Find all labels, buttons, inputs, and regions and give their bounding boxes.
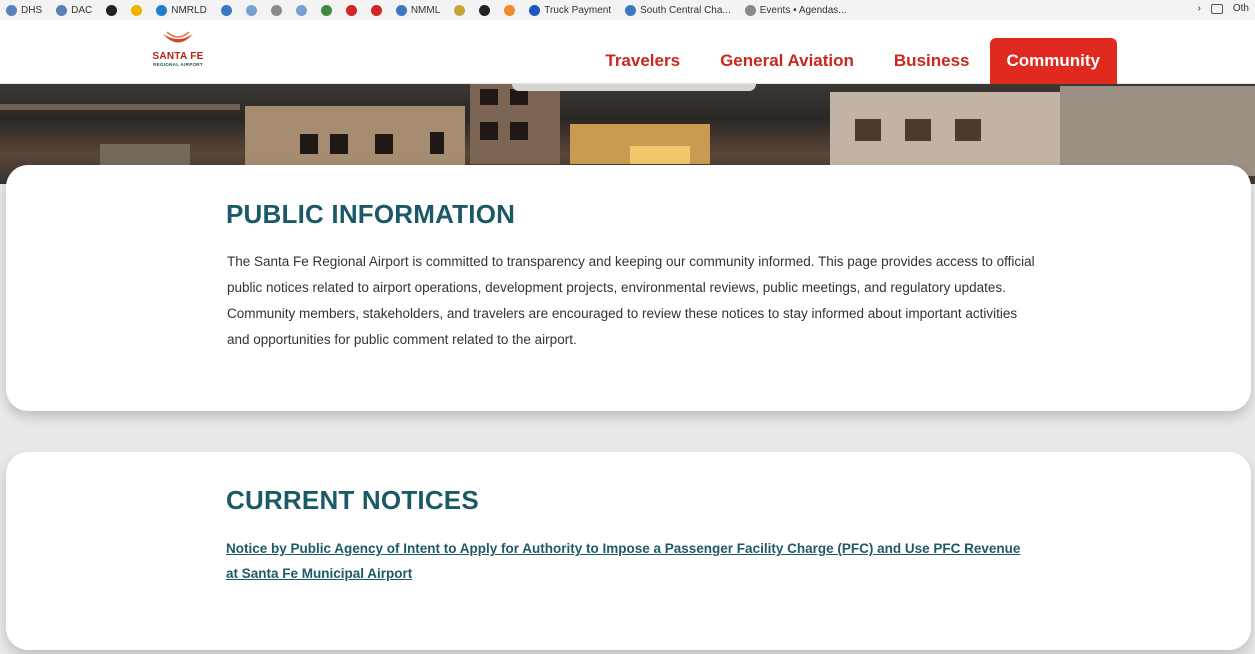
nav-community[interactable]: Community bbox=[989, 38, 1117, 84]
browser-page: DHS DAC NMRLD NMML Truck Payment South Centra… bbox=[0, 0, 1255, 654]
bookmark-favicon-icon bbox=[395, 4, 407, 16]
bookmark-item[interactable] bbox=[131, 4, 143, 16]
bookmark-favicon-icon bbox=[370, 4, 382, 16]
bookmark-favicon-icon bbox=[320, 4, 332, 16]
bookmark-item[interactable] bbox=[220, 4, 232, 16]
logo-subtext: REGIONAL AIRPORT bbox=[153, 62, 203, 67]
bookmark-item[interactable] bbox=[345, 4, 357, 16]
bookmark-item[interactable]: Events • Agendas... bbox=[744, 4, 847, 16]
other-bookmarks-label[interactable]: Oth bbox=[1233, 3, 1249, 14]
bookmark-favicon-icon bbox=[270, 4, 282, 16]
current-notices-card: CURRENT NOTICES Notice by Public Agency … bbox=[6, 452, 1251, 650]
bookmark-favicon-icon bbox=[220, 4, 232, 16]
bookmarks-bar: DHS DAC NMRLD NMML Truck Payment South Centra… bbox=[0, 0, 1255, 20]
bookmark-favicon-icon bbox=[345, 4, 357, 16]
chevron-right-icon[interactable]: › bbox=[1198, 3, 1201, 14]
bookmark-item[interactable] bbox=[245, 4, 257, 16]
public-information-heading: PUBLIC INFORMATION bbox=[226, 199, 516, 229]
notice-link[interactable]: Notice by Public Agency of Intent to App… bbox=[226, 536, 1026, 586]
bookmark-favicon-icon bbox=[479, 4, 491, 16]
bookmark-label: Truck Payment bbox=[544, 4, 612, 16]
nav-general-aviation[interactable]: General Aviation bbox=[700, 38, 874, 84]
public-information-card: PUBLIC INFORMATION The Santa Fe Regional… bbox=[6, 165, 1251, 411]
bookmark-favicon-icon bbox=[6, 4, 17, 16]
bookmark-item[interactable] bbox=[370, 4, 382, 16]
bookmark-item[interactable]: South Central Cha... bbox=[625, 4, 731, 16]
bookmark-item[interactable] bbox=[504, 4, 516, 16]
bookmark-item[interactable]: NMML bbox=[395, 4, 441, 16]
nav-travelers[interactable]: Travelers bbox=[585, 38, 700, 84]
bookmark-favicon-icon bbox=[744, 4, 756, 16]
bookmark-label: Events • Agendas... bbox=[759, 4, 847, 16]
bookmark-favicon-icon bbox=[131, 4, 143, 16]
current-notices-heading: CURRENT NOTICES bbox=[226, 485, 479, 515]
site-header: SANTA FE REGIONAL AIRPORT Travelers Gene… bbox=[0, 20, 1255, 84]
logo-text: SANTA FE bbox=[152, 51, 204, 62]
bookmark-favicon-icon bbox=[56, 4, 68, 16]
bookmark-item[interactable]: DAC bbox=[56, 4, 93, 16]
bookmark-favicon-icon bbox=[295, 4, 307, 16]
bookmark-label: DAC bbox=[71, 4, 93, 16]
bookmark-label: DHS bbox=[21, 4, 43, 16]
bookmark-favicon-icon bbox=[504, 4, 516, 16]
site-logo[interactable]: SANTA FE REGIONAL AIRPORT bbox=[148, 31, 208, 75]
bookmark-item[interactable] bbox=[320, 4, 332, 16]
bookmark-item[interactable]: Truck Payment bbox=[529, 4, 612, 16]
bookmark-item[interactable] bbox=[106, 4, 118, 16]
bookmark-item[interactable]: NMRLD bbox=[156, 4, 207, 16]
bookmark-label: South Central Cha... bbox=[640, 4, 731, 16]
public-information-body: The Santa Fe Regional Airport is committ… bbox=[227, 254, 1035, 347]
bookmark-favicon-icon bbox=[156, 4, 168, 16]
bookmark-label: NMML bbox=[410, 4, 441, 16]
bookmarks-overflow[interactable]: › Oth bbox=[1197, 3, 1249, 14]
main-nav: Travelers General Aviation Business Comm… bbox=[585, 38, 1117, 84]
bookmark-item[interactable] bbox=[454, 4, 466, 16]
bookmark-favicon-icon bbox=[625, 4, 637, 16]
bookmark-item[interactable]: DHS bbox=[6, 4, 43, 16]
nav-business[interactable]: Business bbox=[874, 38, 990, 84]
bookmark-item[interactable] bbox=[479, 4, 491, 16]
bookmark-favicon-icon bbox=[245, 4, 257, 16]
folder-icon bbox=[1210, 3, 1223, 14]
search-overlay-bar[interactable] bbox=[512, 84, 756, 91]
bookmark-favicon-icon bbox=[106, 4, 118, 16]
bookmark-item[interactable] bbox=[295, 4, 307, 16]
bookmark-item[interactable] bbox=[270, 4, 282, 16]
swoosh-logo-icon bbox=[163, 31, 193, 43]
bookmark-favicon-icon bbox=[529, 4, 541, 16]
bookmark-favicon-icon bbox=[454, 4, 466, 16]
bookmark-label: NMRLD bbox=[171, 4, 207, 16]
